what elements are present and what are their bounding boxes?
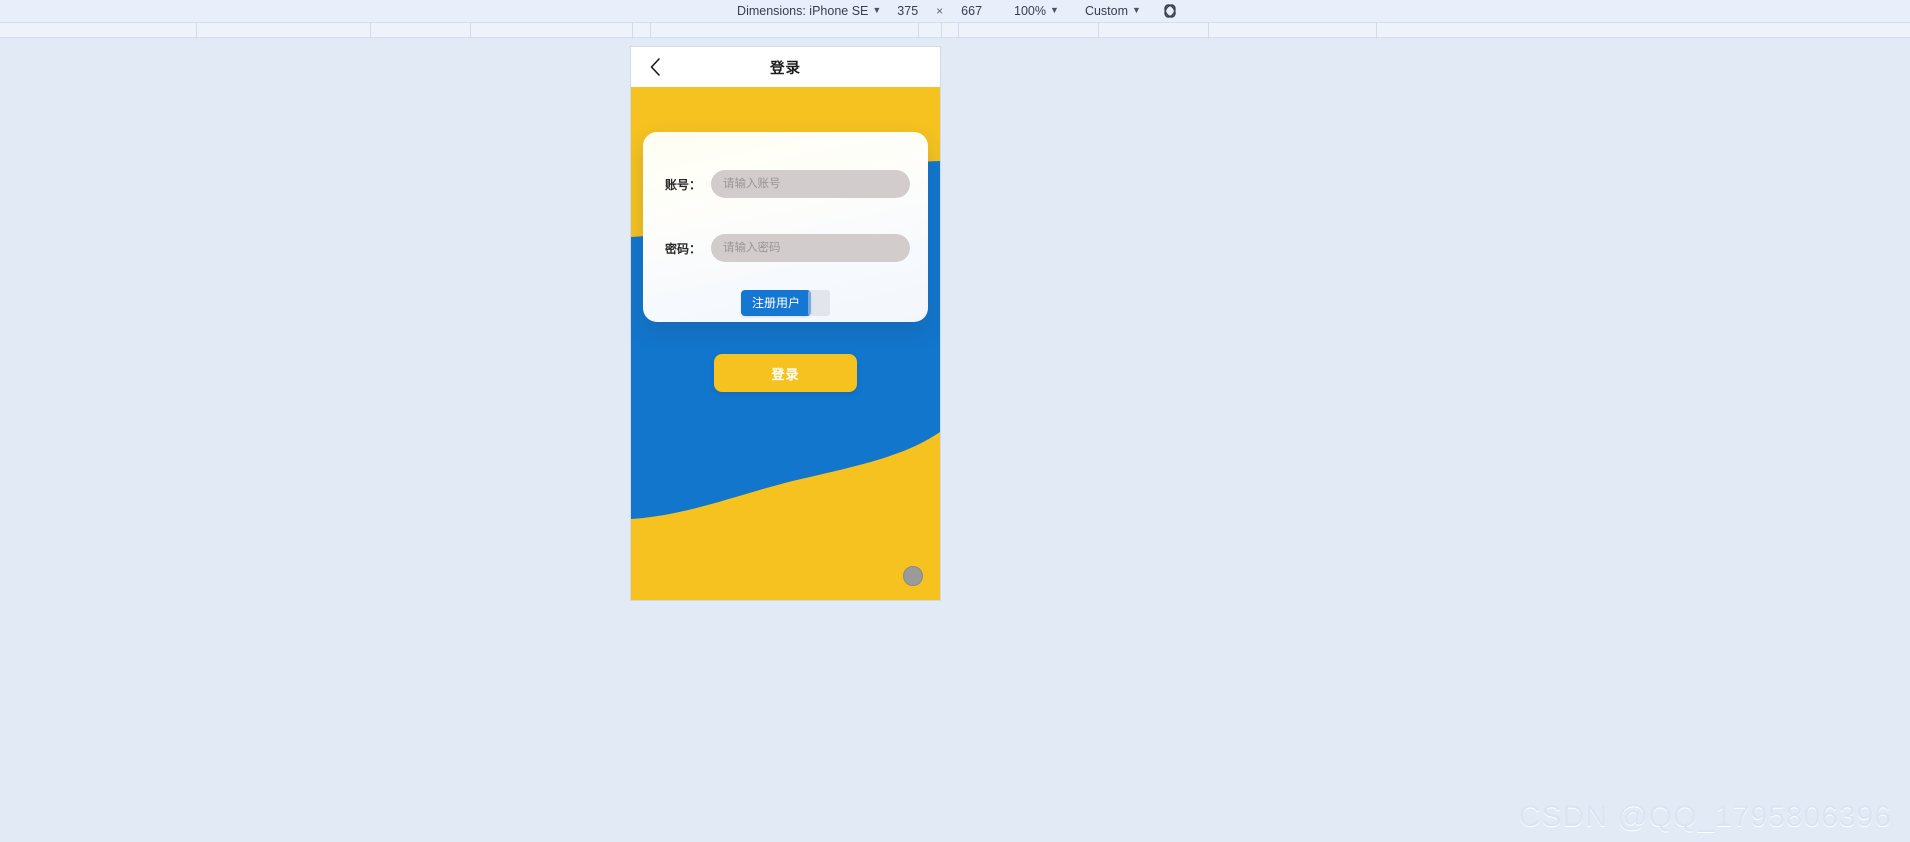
password-field-row: 密码： bbox=[665, 234, 910, 262]
screen-root: Dimensions: iPhone SE ▼ 375 × 667 100% ▼… bbox=[0, 0, 1910, 842]
throttling-dropdown[interactable]: Custom ▼ bbox=[1079, 0, 1147, 22]
password-input[interactable] bbox=[711, 234, 910, 262]
device-toolbar: Dimensions: iPhone SE ▼ 375 × 667 100% ▼… bbox=[0, 0, 1910, 22]
account-input[interactable] bbox=[711, 170, 910, 198]
dimension-separator: × bbox=[936, 4, 944, 18]
account-field-row: 账号： bbox=[665, 170, 910, 198]
ruler-tick bbox=[918, 23, 919, 39]
ruler-tick bbox=[470, 23, 471, 39]
chevron-down-icon: ▼ bbox=[1132, 5, 1141, 15]
ruler-tick bbox=[632, 23, 633, 39]
register-row: 注册用户 bbox=[643, 290, 928, 316]
ruler-tick bbox=[1208, 23, 1209, 39]
app-body: 账号： 密码： 注册用户 登录 bbox=[631, 87, 940, 600]
zoom-dropdown[interactable]: 100% ▼ bbox=[1008, 0, 1065, 22]
viewport-ruler bbox=[0, 22, 1910, 39]
ruler-tick bbox=[196, 23, 197, 39]
network-throttle-icon[interactable] bbox=[1161, 2, 1179, 20]
toolbar-controls: Dimensions: iPhone SE ▼ 375 × 667 100% ▼… bbox=[731, 0, 1179, 22]
chevron-left-icon[interactable] bbox=[641, 47, 669, 87]
viewport-width-input[interactable]: 375 bbox=[887, 4, 928, 18]
chevron-down-icon: ▼ bbox=[872, 5, 882, 15]
chevron-down-icon: ▼ bbox=[1050, 5, 1059, 15]
page-title: 登录 bbox=[770, 60, 801, 77]
zoom-label: 100% bbox=[1014, 4, 1047, 18]
ruler-tick bbox=[370, 23, 371, 39]
register-row-placeholder-box bbox=[808, 290, 830, 316]
ruler-tick bbox=[1098, 23, 1099, 39]
ruler-tick bbox=[1376, 23, 1377, 39]
viewport-height-input[interactable]: 667 bbox=[951, 4, 992, 18]
account-label: 账号： bbox=[665, 177, 702, 192]
ruler-tick bbox=[650, 23, 651, 39]
device-viewport: 登录 账号： 密码： 注册用户 bbox=[631, 47, 940, 600]
app-header: 登录 bbox=[631, 47, 940, 87]
throttling-label: Custom bbox=[1084, 4, 1129, 18]
dimensions-label: Dimensions: iPhone SE bbox=[737, 4, 869, 18]
ruler-tick bbox=[941, 23, 942, 39]
gray-circle-marker[interactable] bbox=[903, 566, 923, 586]
watermark-text: CSDN @QQ_1795806396 bbox=[1519, 800, 1892, 833]
password-label: 密码： bbox=[665, 241, 702, 256]
ruler-tick bbox=[958, 23, 959, 39]
login-button[interactable]: 登录 bbox=[714, 354, 857, 392]
dimensions-dropdown[interactable]: Dimensions: iPhone SE ▼ bbox=[731, 0, 887, 22]
login-card: 账号： 密码： 注册用户 bbox=[643, 132, 928, 322]
register-user-button[interactable]: 注册用户 bbox=[740, 290, 811, 316]
